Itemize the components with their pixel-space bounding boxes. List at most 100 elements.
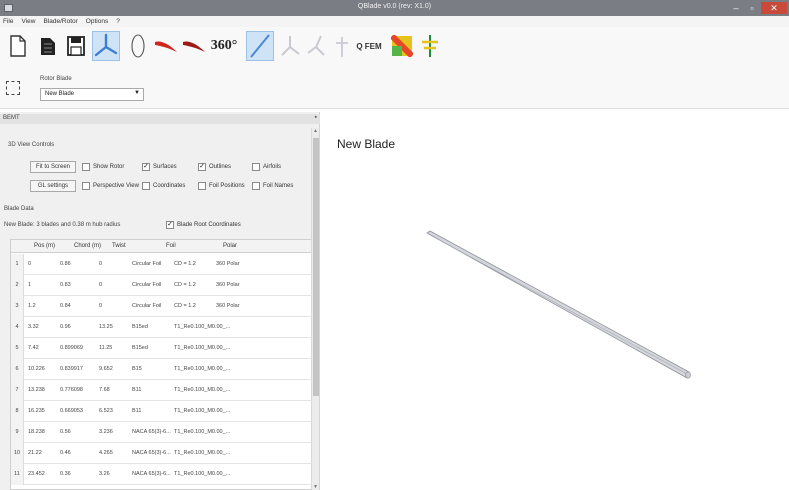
cell-polar[interactable]: T1_Re0.100_M0.00_...	[174, 450, 230, 456]
dock-scrollbar[interactable]: ▲ ▼	[311, 128, 319, 490]
cell-polar[interactable]: T1_Re0.100_M0.00_...	[174, 408, 230, 414]
cell-pos[interactable]: 0	[28, 261, 31, 267]
rotor-blade-design-button[interactable]	[92, 31, 120, 61]
cell-polar[interactable]: T1_Re0.100_M0.00_...	[174, 471, 230, 477]
table-row[interactable]: 5 7.42 0.899069 11.25 B15ed T1_Re0.100_M0.00_…	[11, 338, 311, 359]
new-file-button[interactable]	[4, 31, 32, 61]
cell-chord[interactable]: 0.86	[60, 261, 71, 267]
scrollbar-thumb[interactable]	[313, 138, 319, 396]
cell-pos[interactable]: 23.452	[28, 471, 45, 477]
cell-pos[interactable]: 13.238	[28, 387, 45, 393]
menu-help[interactable]: ?	[116, 18, 120, 25]
cell-pos[interactable]: 7.42	[28, 345, 39, 351]
cell-twist[interactable]: 6.523	[99, 408, 113, 414]
cell-chord[interactable]: 0.84	[60, 303, 71, 309]
column-header-chord[interactable]: Chord (m)	[74, 243, 101, 249]
cell-polar[interactable]: T1_Re0.100_M0.00_...	[174, 366, 230, 372]
cell-pos[interactable]: 16.235	[28, 408, 45, 414]
cell-twist[interactable]: 3.236	[99, 429, 113, 435]
characteristic-button[interactable]	[328, 31, 356, 61]
cell-pos[interactable]: 10.226	[28, 366, 45, 372]
cell-twist[interactable]: 7.68	[99, 387, 110, 393]
multi-param-bem-button[interactable]	[276, 31, 304, 61]
save-button[interactable]	[62, 31, 90, 61]
cell-foil[interactable]: NACA 65(3)-6...	[132, 471, 171, 477]
cell-pos[interactable]: 1	[28, 282, 31, 288]
cell-chord[interactable]: 0.46	[60, 450, 71, 456]
maximize-button[interactable]: ▫	[745, 2, 759, 14]
cell-twist[interactable]: 0	[99, 261, 102, 267]
cell-chord[interactable]: 0.83	[60, 282, 71, 288]
selection-icon[interactable]	[6, 81, 20, 95]
menu-file[interactable]: File	[3, 18, 13, 25]
cell-foil[interactable]: B11	[132, 408, 141, 414]
foil-positions-checkbox[interactable]: Foil Positions	[198, 182, 245, 190]
open-button[interactable]	[34, 31, 62, 61]
bem-simulation-button[interactable]	[246, 31, 274, 61]
cell-pos[interactable]: 3.32	[28, 324, 39, 330]
airfoil-red-button[interactable]	[152, 31, 180, 61]
cell-chord[interactable]: 0.839917	[60, 366, 83, 372]
gl-settings-button[interactable]: GL settings	[30, 180, 76, 192]
cell-chord[interactable]: 0.899069	[60, 345, 83, 351]
cell-foil[interactable]: B11	[132, 387, 141, 393]
cell-polar-name[interactable]: 360 Polar	[216, 303, 240, 309]
dock-float-icon[interactable]: ▪	[315, 114, 317, 121]
cell-chord[interactable]: 0.56	[60, 429, 71, 435]
fit-to-screen-button[interactable]: Fit to Screen	[30, 161, 76, 173]
table-row[interactable]: 7 13.238 0.776098 7.68 B11 T1_Re0.100_M0.00_.…	[11, 380, 311, 401]
cell-foil[interactable]: Circular Foil	[132, 282, 161, 288]
rotor-blade-select[interactable]: New Blade ▼	[40, 88, 144, 101]
bem-chart-button[interactable]	[388, 31, 416, 61]
cell-foil[interactable]: Circular Foil	[132, 303, 161, 309]
cell-polar[interactable]: T1_Re0.100_M0.00_...	[174, 345, 230, 351]
table-row[interactable]: 2 1 0.83 0 Circular Foil CD = 1.2 360 Polar	[11, 275, 311, 296]
minimize-button[interactable]: –	[729, 2, 743, 14]
qfem-button[interactable]: Q FEM	[354, 31, 384, 61]
cell-foil[interactable]: B15ed	[132, 345, 148, 351]
menu-options[interactable]: Options	[86, 18, 108, 25]
table-row[interactable]: 4 3.32 0.96 13.25 B15ed T1_Re0.100_M0.00_...	[11, 317, 311, 338]
cell-twist[interactable]: 0	[99, 303, 102, 309]
column-header-foil[interactable]: Foil	[166, 243, 176, 249]
blade-root-coordinates-checkbox[interactable]: ✓ Blade Root Coordinates	[166, 221, 241, 229]
perspective-view-checkbox[interactable]: Perspective View	[82, 182, 139, 190]
cell-chord[interactable]: 0.96	[60, 324, 71, 330]
cell-pos[interactable]: 21.22	[28, 450, 42, 456]
column-header-twist[interactable]: Twist	[112, 243, 126, 249]
cell-twist[interactable]: 9.652	[99, 366, 113, 372]
menu-view[interactable]: View	[21, 18, 35, 25]
table-row[interactable]: 8 16.235 0.669053 6.523 B11 T1_Re0.100_M0.00_…	[11, 401, 311, 422]
scroll-up-icon[interactable]: ▲	[313, 128, 318, 134]
cell-foil[interactable]: NACA 65(3)-6...	[132, 429, 171, 435]
cell-polar-name[interactable]: 360 Polar	[216, 282, 240, 288]
turbine-bem-button[interactable]	[302, 31, 330, 61]
turbine-sim-button[interactable]	[416, 31, 444, 61]
column-header-polar[interactable]: Polar	[223, 243, 237, 249]
cell-chord[interactable]: 0.669053	[60, 408, 83, 414]
outlines-checkbox[interactable]: ✓ Outlines	[198, 163, 231, 171]
column-header-pos[interactable]: Pos (m)	[34, 243, 55, 249]
3d-view[interactable]: New Blade	[321, 112, 789, 490]
cell-polar[interactable]: T1_Re0.100_M0.00_...	[174, 324, 230, 330]
cell-polar[interactable]: CD = 1.2	[174, 303, 196, 309]
cell-polar[interactable]: T1_Re0.100_M0.00_...	[174, 387, 230, 393]
cell-twist[interactable]: 3.26	[99, 471, 110, 477]
foil-names-checkbox[interactable]: Foil Names	[252, 182, 293, 190]
cell-foil[interactable]: Circular Foil	[132, 261, 161, 267]
table-row[interactable]: 3 1.2 0.84 0 Circular Foil CD = 1.2 360 Polar	[11, 296, 311, 317]
surfaces-checkbox[interactable]: ✓ Surfaces	[142, 163, 177, 171]
close-button[interactable]: ✕	[761, 2, 787, 14]
cell-polar-name[interactable]: 360 Polar	[216, 261, 240, 267]
airfoil-design-button[interactable]	[124, 31, 152, 61]
360-extrapolation-button[interactable]: 360°	[208, 31, 240, 61]
cell-pos[interactable]: 18.238	[28, 429, 45, 435]
menu-blade-rotor[interactable]: Blade/Rotor	[43, 18, 77, 25]
show-rotor-checkbox[interactable]: Show Rotor	[82, 163, 124, 171]
cell-chord[interactable]: 0.36	[60, 471, 71, 477]
cell-twist[interactable]: 13.25	[99, 324, 113, 330]
cell-polar[interactable]: CD = 1.2	[174, 261, 196, 267]
airfoil-dark-button[interactable]	[180, 31, 208, 61]
coordinates-checkbox[interactable]: Coordinates	[142, 182, 185, 190]
airfoils-checkbox[interactable]: Airfoils	[252, 163, 281, 171]
